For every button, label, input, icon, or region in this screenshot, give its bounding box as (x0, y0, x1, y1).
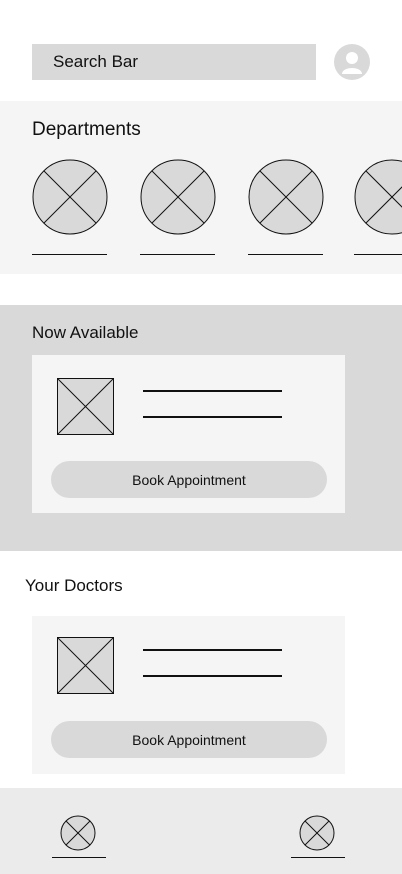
nav-label-line (291, 857, 345, 858)
department-label-line (248, 254, 323, 255)
department-label-line (354, 254, 402, 255)
department-item[interactable] (248, 159, 324, 255)
user-avatar-icon[interactable] (334, 44, 370, 80)
book-appointment-button[interactable]: Book Appointment (51, 461, 327, 498)
search-label: Search Bar (53, 52, 139, 71)
department-item[interactable] (354, 159, 402, 255)
department-item[interactable] (140, 159, 216, 255)
department-label-line (140, 254, 215, 255)
doctor-card[interactable]: Book Appointment (32, 616, 345, 774)
now-available-title: Now Available (32, 323, 139, 342)
bottom-nav (0, 788, 402, 874)
nav-item-left[interactable] (52, 813, 106, 874)
book-appointment-button[interactable]: Book Appointment (51, 721, 327, 758)
departments-section: Departments (0, 101, 402, 274)
image-placeholder-icon (248, 159, 324, 235)
department-item[interactable] (32, 159, 108, 255)
nav-label-line (52, 857, 106, 858)
doctor-name-line (143, 649, 282, 651)
doctor-name-line (143, 390, 282, 392)
image-placeholder-icon (299, 815, 335, 851)
image-placeholder-icon (354, 159, 402, 235)
doctor-detail-line (143, 675, 282, 677)
image-placeholder-icon (140, 159, 216, 235)
image-placeholder-icon (57, 637, 114, 694)
image-placeholder-icon (32, 159, 108, 235)
departments-title: Departments (32, 119, 141, 140)
search-input[interactable]: Search Bar (32, 44, 316, 80)
now-available-section: Now Available Book Appointment (0, 305, 402, 551)
doctor-detail-line (143, 416, 282, 418)
nav-item-right[interactable] (291, 813, 345, 874)
doctor-card[interactable]: Book Appointment (32, 355, 345, 513)
department-label-line (32, 254, 107, 255)
your-doctors-title: Your Doctors (25, 576, 123, 595)
image-placeholder-icon (57, 378, 114, 435)
image-placeholder-icon (60, 815, 96, 851)
